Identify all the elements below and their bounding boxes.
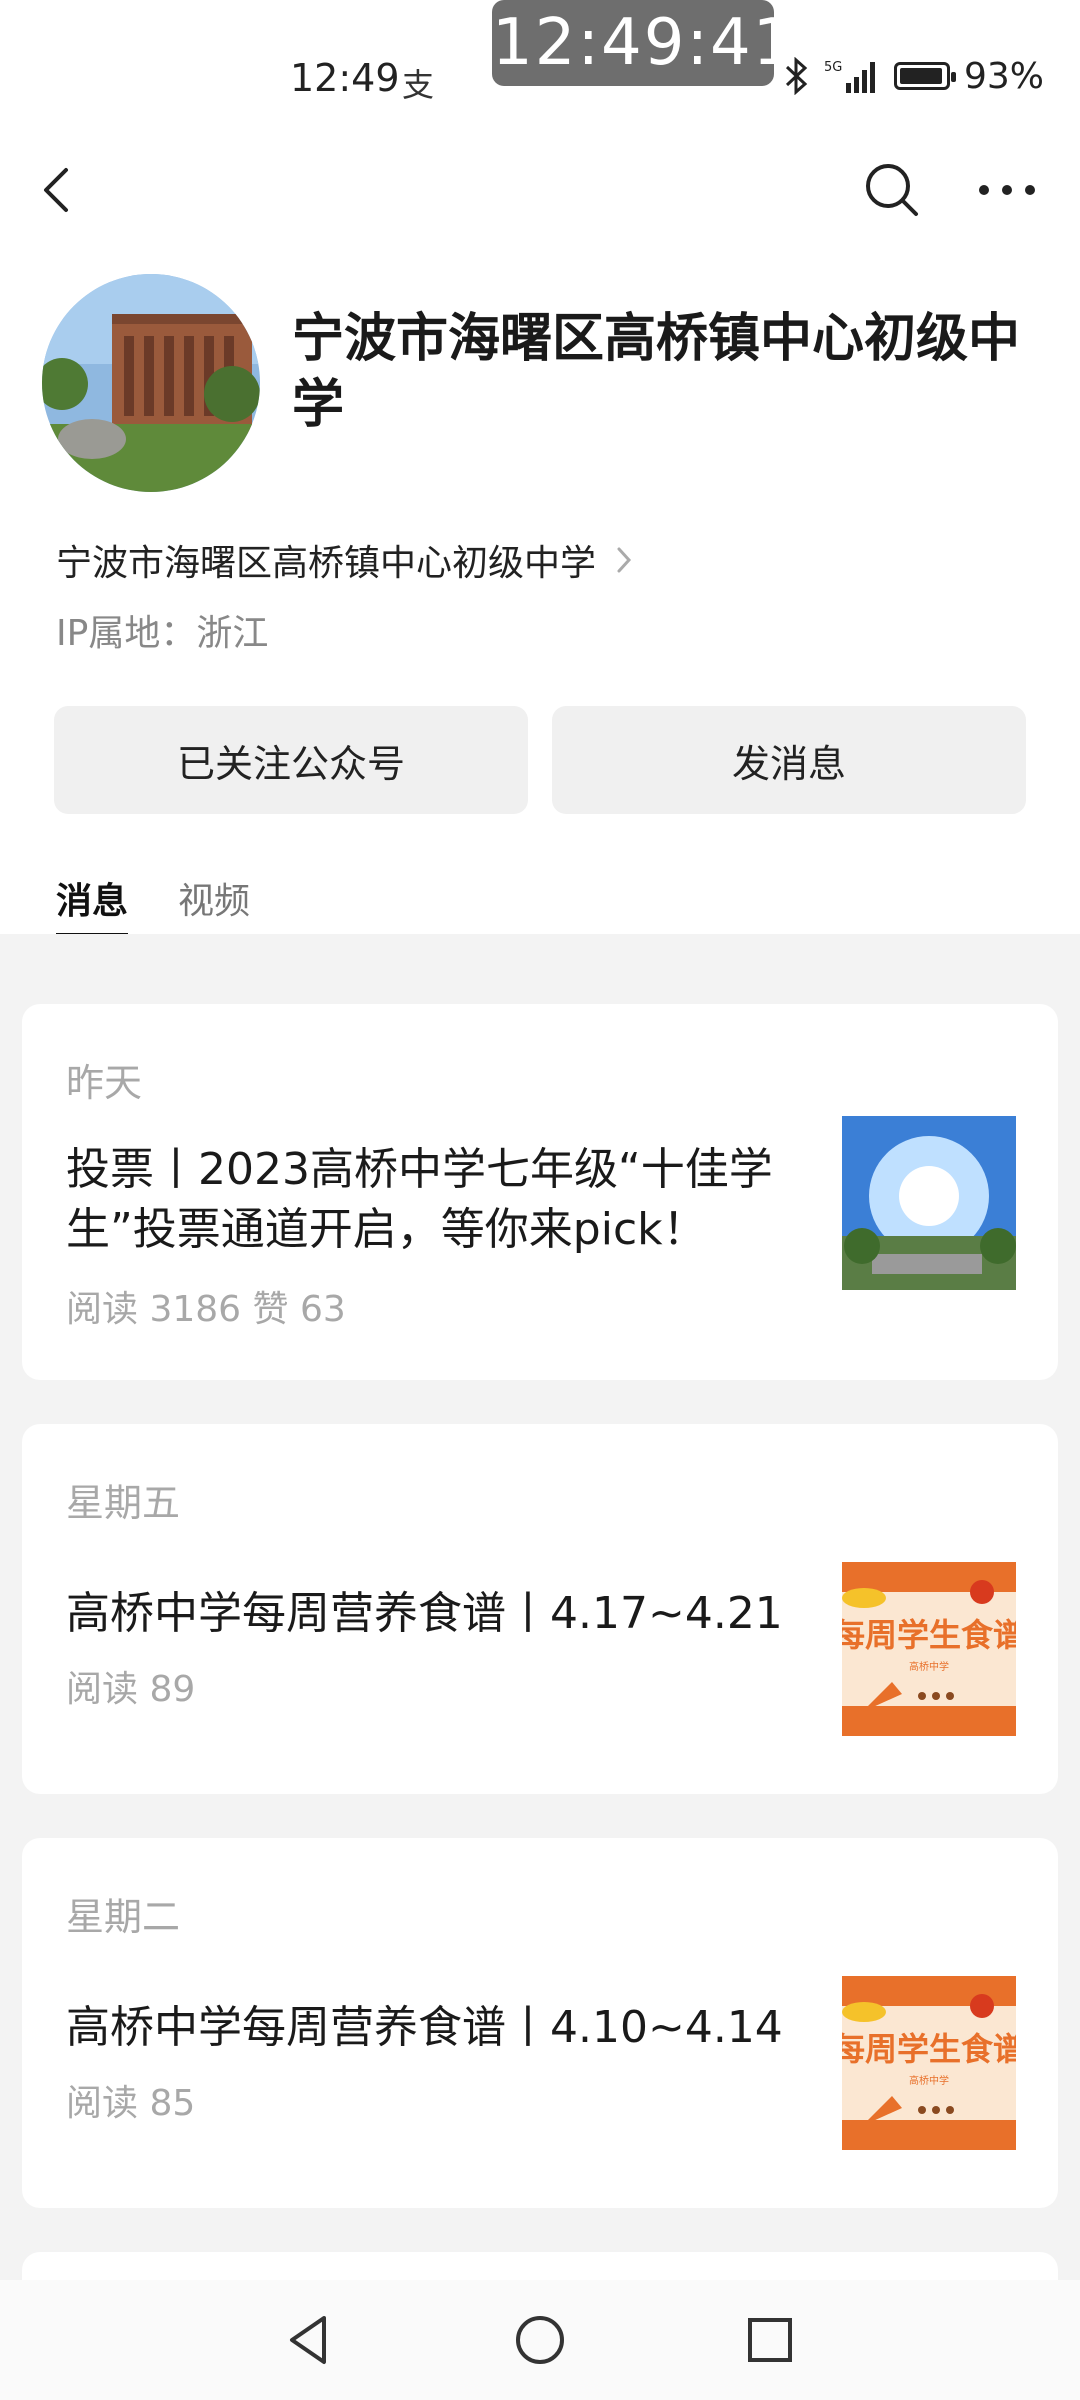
thumbnail-subtext: 高桥中学 [909, 1660, 949, 1673]
search-icon[interactable] [862, 160, 922, 220]
alipay-icon: 支 [402, 66, 435, 104]
article-date: 昨天 [66, 1061, 143, 1105]
tab-videos[interactable]: 视频 [178, 872, 250, 932]
tab-messages[interactable]: 消息 [56, 872, 129, 938]
thumbnail-text: 每周学生食谱 [842, 1616, 1016, 1654]
subject-name: 宁波市海曙区高桥镇中心初级中学 [56, 543, 597, 584]
followed-button[interactable]: 已关注公众号 [54, 706, 528, 814]
bluetooth-icon [785, 57, 808, 95]
system-navigation-bar [0, 2280, 1080, 2400]
account-title: 宁波市海曙区高桥镇中心初级中学 [292, 309, 1021, 435]
thumbnail-text: 每周学生食谱 [842, 2030, 1016, 2068]
more-horizontal-icon[interactable] [972, 160, 1042, 220]
status-indicators: 5G 93% [784, 55, 1044, 97]
battery-percent: 93% [963, 55, 1044, 97]
account-avatar[interactable] [42, 274, 260, 492]
battery-icon [893, 62, 956, 90]
status-bar: 12:49 支 12:49:41 5G 93% [0, 0, 1080, 150]
article-feed: 昨天 投票丨2023高桥中学七年级“十佳学生”投票通道开启，等你来pick！ 阅… [0, 934, 1080, 2312]
home-circle-icon[interactable] [510, 2310, 570, 2370]
article-date: 星期五 [66, 1481, 181, 1525]
article-card[interactable]: 星期五 高桥中学每周营养食谱丨4.17~4.21 阅读 89 每周学生食谱 高桥… [22, 1424, 1058, 1794]
article-title: 投票丨2023高桥中学七年级“十佳学生”投票通道开启，等你来pick！ [66, 1144, 773, 1255]
content-tabs: 消息 视频 [56, 872, 250, 938]
article-stats: 阅读 89 [66, 1669, 196, 1710]
article-stats: 阅读 85 [66, 2083, 196, 2124]
article-stats: 阅读 3186 赞 63 [66, 1289, 346, 1330]
chevron-right-icon [617, 547, 632, 573]
article-thumbnail: 每周学生食谱 高桥中学 [842, 1562, 1016, 1736]
subject-link[interactable]: 宁波市海曙区高桥镇中心初级中学 [56, 534, 634, 586]
article-date: 星期二 [66, 1895, 181, 1939]
article-thumbnail: 每周学生食谱 高桥中学 [842, 1976, 1016, 2150]
ip-location: IP属地：浙江 [56, 613, 269, 654]
thumbnail-subtext: 高桥中学 [909, 2074, 949, 2087]
recents-square-icon[interactable] [740, 2310, 800, 2370]
floating-clock: 12:49:41 [492, 0, 793, 86]
article-card[interactable]: 昨天 投票丨2023高桥中学七年级“十佳学生”投票通道开启，等你来pick！ 阅… [22, 1004, 1058, 1380]
signal-icon: 5G [824, 60, 875, 93]
article-title: 高桥中学每周营养食谱丨4.17~4.21 [66, 1588, 783, 1639]
network-label: 5G [824, 60, 842, 75]
chevron-left-icon[interactable] [30, 160, 90, 220]
send-message-button[interactable]: 发消息 [552, 706, 1026, 814]
article-title: 高桥中学每周营养食谱丨4.10~4.14 [66, 2002, 783, 2053]
top-nav-bar [0, 150, 1080, 230]
back-triangle-icon[interactable] [278, 2310, 338, 2370]
article-card[interactable]: 星期二 高桥中学每周营养食谱丨4.10~4.14 阅读 85 每周学生食谱 高桥… [22, 1838, 1058, 2208]
article-thumbnail [842, 1116, 1016, 1290]
status-time: 12:49 [290, 56, 400, 100]
